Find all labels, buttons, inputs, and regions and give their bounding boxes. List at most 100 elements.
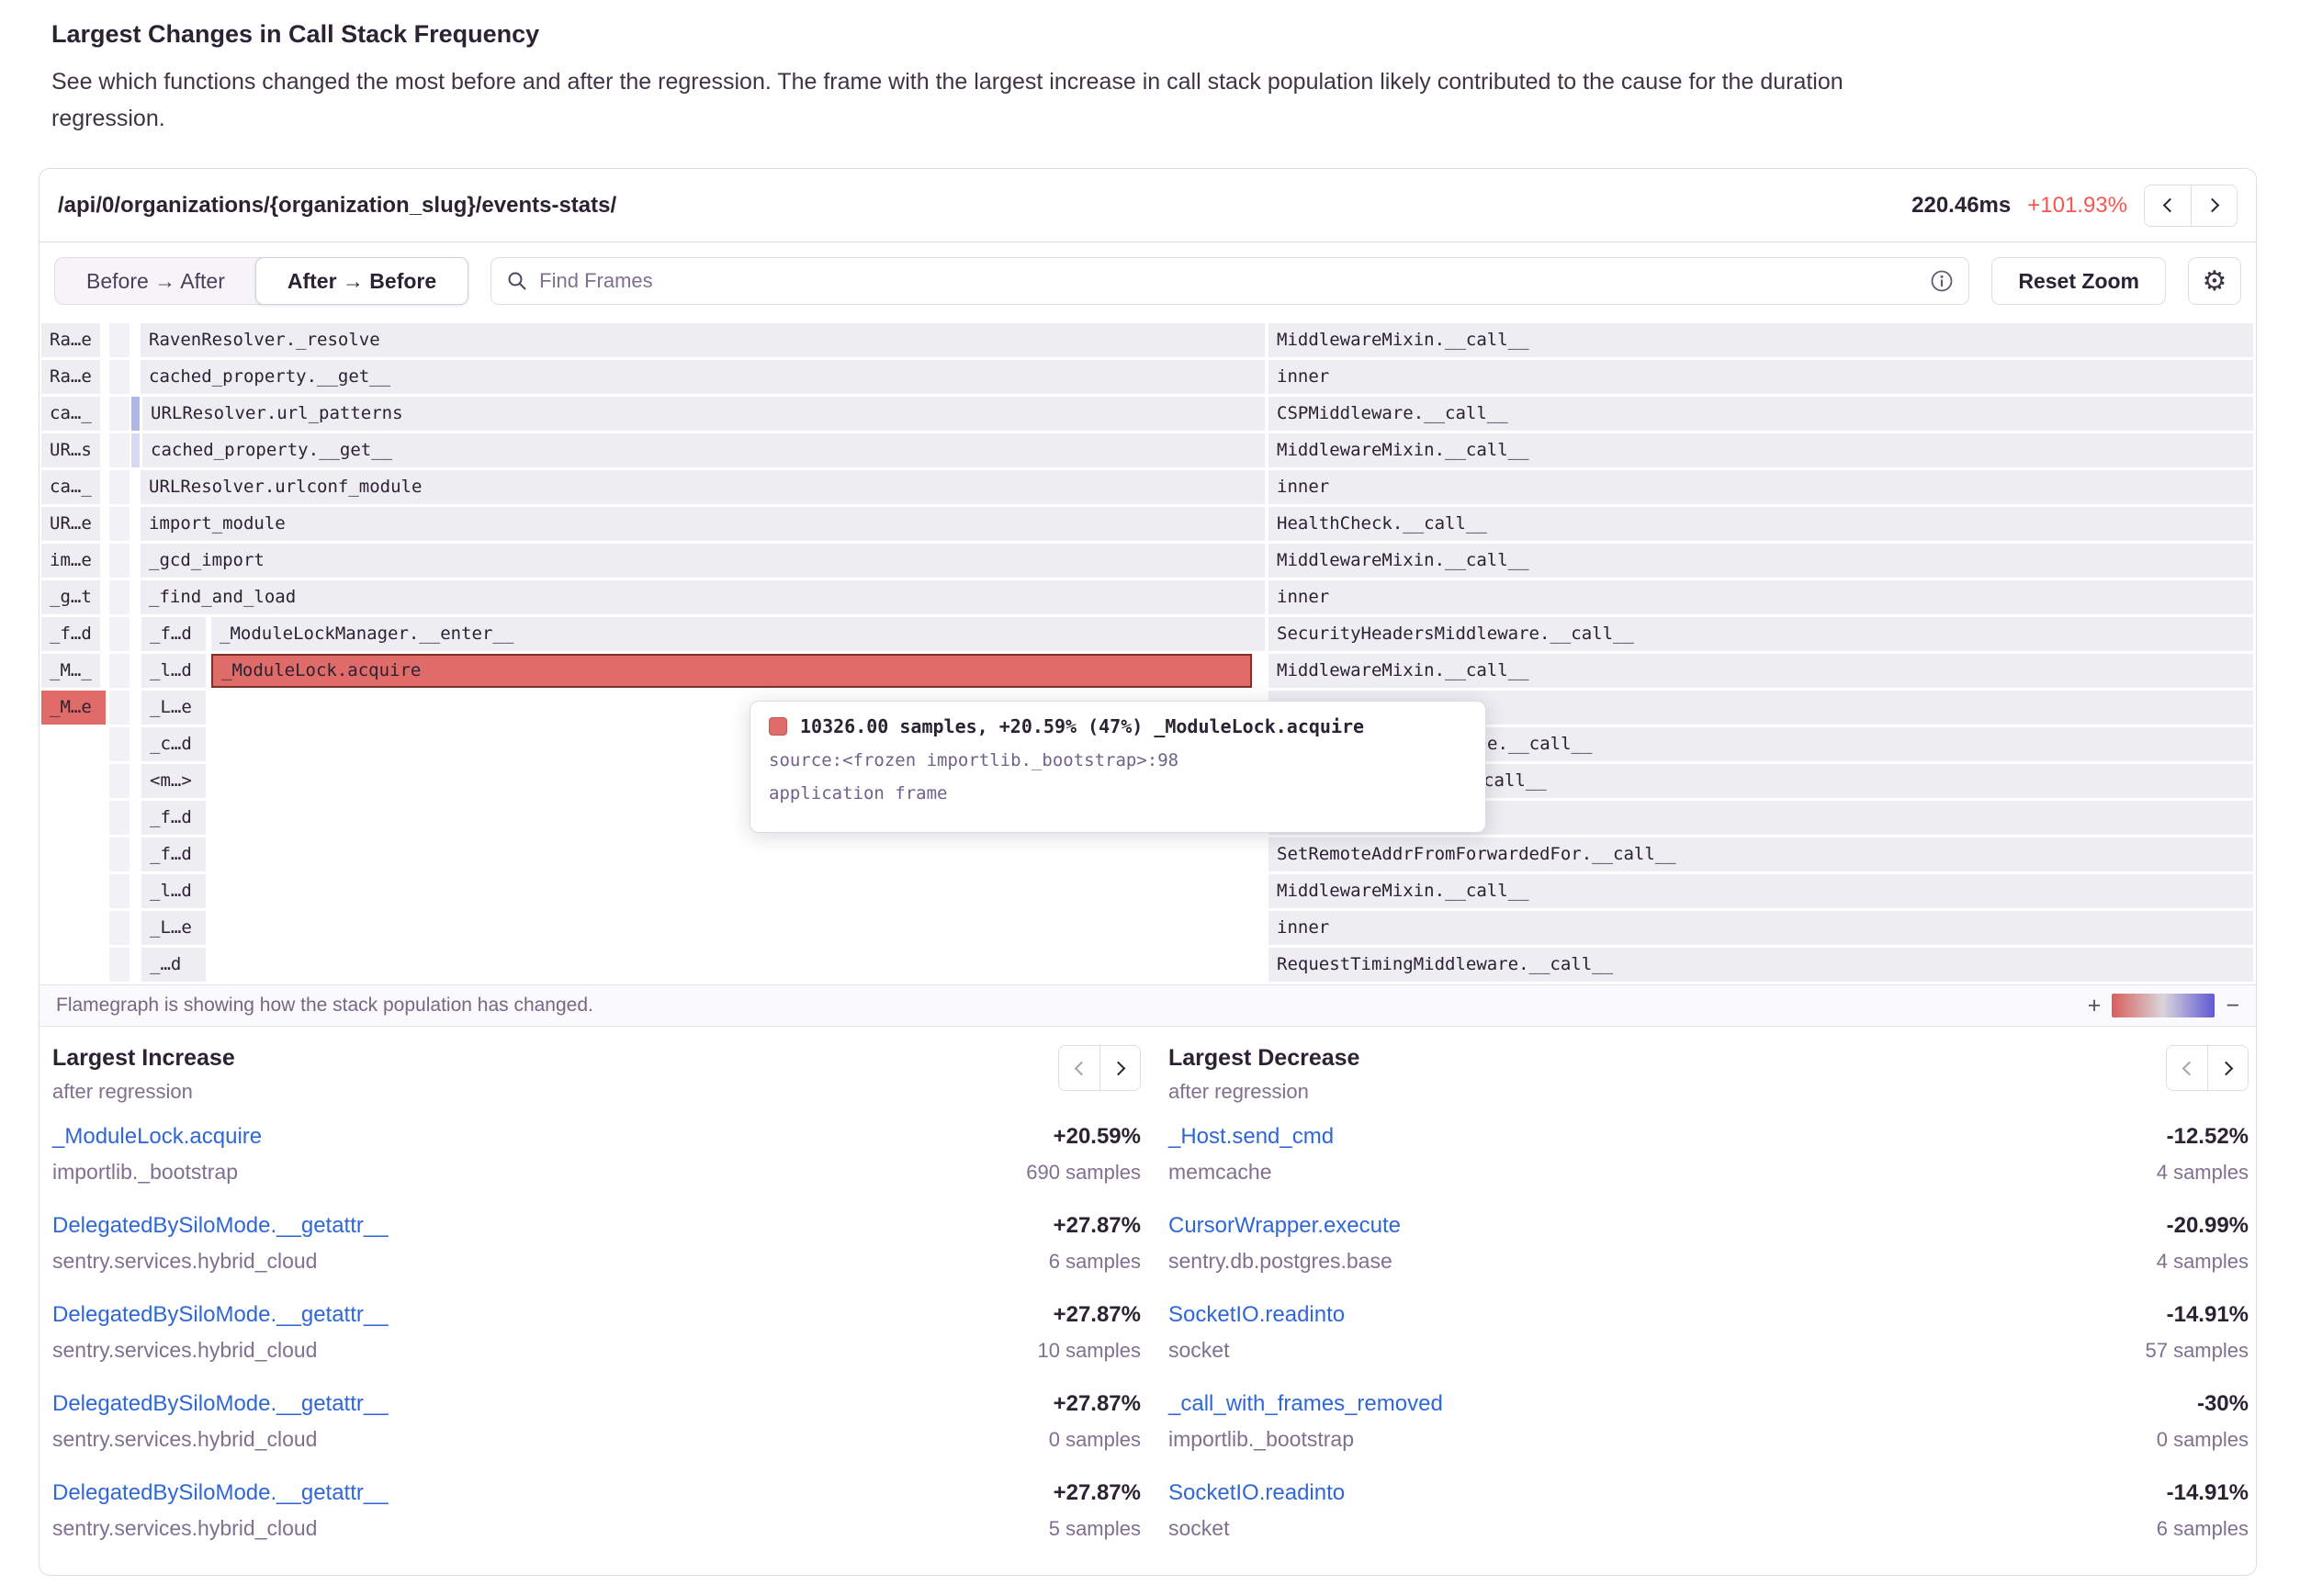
function-link[interactable]: DelegatedBySiloMode.__getattr__ — [52, 1302, 389, 1328]
flame-frame[interactable] — [109, 691, 130, 725]
flame-frame[interactable]: _f…d — [141, 837, 206, 871]
segment-before-after[interactable]: Before → After — [55, 258, 256, 304]
flame-frame[interactable]: im…e — [41, 544, 100, 578]
flame-frame[interactable]: _l…d — [141, 874, 206, 908]
flame-row: ca…_ URLResolver.url_patternsCSPMiddlewar… — [39, 397, 2256, 431]
flame-frame[interactable]: cached_property.__get__ — [142, 433, 1265, 467]
function-link[interactable]: SocketIO.readinto — [1168, 1302, 1345, 1328]
sample-count: 4 samples — [2157, 1250, 2249, 1274]
function-link[interactable]: DelegatedBySiloMode.__getattr__ — [52, 1480, 389, 1506]
reset-zoom-button[interactable]: Reset Zoom — [1991, 257, 2166, 305]
function-link[interactable]: DelegatedBySiloMode.__getattr__ — [52, 1213, 389, 1239]
function-link[interactable]: _Host.send_cmd — [1168, 1124, 1334, 1150]
change-percent: +27.87% — [1037, 1302, 1141, 1328]
flame-frame[interactable] — [109, 470, 130, 504]
flame-frame[interactable]: MiddlewareMixin.__call__ — [1268, 874, 2253, 908]
flamegraph[interactable]: 10326.00 samples, +20.59% (47%) _ModuleL… — [39, 323, 2256, 984]
flame-frame[interactable] — [109, 837, 130, 871]
search-input[interactable] — [539, 269, 1919, 293]
flame-frame[interactable]: cached_property.__get__ — [141, 360, 1265, 394]
flame-frame[interactable]: MiddlewareMixin.__call__ — [1268, 323, 2253, 357]
flame-frame[interactable] — [131, 397, 140, 431]
flame-frame[interactable]: ca…_ — [41, 397, 100, 431]
increase-next-button[interactable] — [1099, 1046, 1140, 1090]
flame-frame[interactable]: MiddlewareMixin.__call__ — [1268, 433, 2253, 467]
change-list-item: DelegatedBySiloMode.__getattr__sentry.se… — [52, 1213, 1141, 1302]
flame-frame[interactable]: inner — [1268, 911, 2253, 945]
decrease-next-button[interactable] — [2207, 1046, 2248, 1090]
flame-frame[interactable] — [109, 544, 130, 578]
settings-button[interactable]: ⚙ — [2188, 257, 2241, 305]
function-link[interactable]: SocketIO.readinto — [1168, 1480, 1345, 1506]
function-link[interactable]: CursorWrapper.execute — [1168, 1213, 1401, 1239]
gear-icon: ⚙ — [2203, 265, 2227, 298]
flame-frame[interactable]: MiddlewareMixin.__call__ — [1268, 654, 2253, 688]
flame-frame[interactable]: _L…e — [141, 691, 206, 725]
flame-frame[interactable]: _…d — [141, 948, 206, 982]
flame-frame[interactable] — [109, 360, 130, 394]
flame-frame[interactable]: _f…d — [141, 801, 206, 835]
flame-frame[interactable]: Ra…e — [41, 360, 100, 394]
next-endpoint-button[interactable] — [2191, 185, 2237, 226]
flame-frame[interactable]: HealthCheck.__call__ — [1268, 507, 2253, 541]
increase-previous-button[interactable] — [1059, 1046, 1099, 1090]
flame-frame[interactable]: _gcd_import — [141, 544, 1265, 578]
flame-frame[interactable] — [109, 874, 130, 908]
increase-list: _ModuleLock.acquireimportlib._bootstrap+… — [52, 1124, 1141, 1569]
flame-frame-selected[interactable]: _ModuleLock.acquire — [211, 654, 1252, 688]
flame-frame[interactable]: _M…_ — [41, 654, 100, 688]
find-frames-search[interactable] — [490, 257, 1969, 305]
flame-frame[interactable] — [109, 911, 130, 945]
flame-frame[interactable] — [109, 507, 130, 541]
change-list-item: _Host.send_cmdmemcache-12.52%4 samples — [1168, 1124, 2249, 1213]
flame-frame[interactable]: _g…t — [41, 580, 100, 614]
flame-frame[interactable]: ca…_ — [41, 470, 100, 504]
flame-frame[interactable]: MiddlewareMixin.__call__ — [1268, 544, 2253, 578]
flame-frame[interactable]: _f…d — [141, 617, 206, 651]
function-link[interactable]: DelegatedBySiloMode.__getattr__ — [52, 1391, 389, 1417]
flame-frame[interactable] — [109, 727, 130, 761]
flame-frame[interactable]: URLResolver.urlconf_module — [141, 470, 1265, 504]
flame-frame[interactable]: URLResolver.url_patterns — [142, 397, 1265, 431]
flame-frame[interactable]: _L…e — [141, 911, 206, 945]
flame-frame[interactable]: RequestTimingMiddleware.__call__ — [1268, 948, 2253, 982]
flame-frame[interactable]: UR…e — [41, 507, 100, 541]
flame-frame[interactable] — [109, 580, 130, 614]
flame-frame[interactable]: UR…s — [41, 433, 100, 467]
flame-frame[interactable] — [109, 397, 130, 431]
flame-frame[interactable] — [131, 433, 140, 467]
flame-frame[interactable]: RavenResolver._resolve — [141, 323, 1265, 357]
page-description-line1: See which functions changed the most bef… — [51, 63, 1843, 100]
function-link[interactable]: _ModuleLock.acquire — [52, 1124, 262, 1150]
flame-frame[interactable]: import_module — [141, 507, 1265, 541]
flame-frame[interactable]: _l…d — [141, 654, 206, 688]
flame-frame[interactable]: <m…> — [141, 764, 206, 798]
flame-frame[interactable] — [109, 617, 130, 651]
decrease-previous-button[interactable] — [2167, 1046, 2207, 1090]
flame-frame[interactable]: _c…d — [141, 727, 206, 761]
info-icon[interactable] — [1930, 269, 1954, 293]
flame-frame-selected[interactable]: _M…e — [41, 691, 106, 725]
flame-frame[interactable]: inner — [1268, 470, 2253, 504]
flame-frame[interactable] — [109, 948, 130, 982]
flame-frame[interactable] — [109, 433, 130, 467]
flame-frame[interactable]: CSPMiddleware.__call__ — [1268, 397, 2253, 431]
flame-frame[interactable] — [109, 323, 130, 357]
flame-frame[interactable] — [109, 801, 130, 835]
flame-frame[interactable]: SecurityHeadersMiddleware.__call__ — [1268, 617, 2253, 651]
flame-frame[interactable]: _ModuleLockManager.__enter__ — [211, 617, 1265, 651]
largest-increase-title: Largest Increase — [52, 1045, 235, 1072]
flame-frame[interactable]: SetRemoteAddrFromForwardedFor.__call__ — [1268, 837, 2253, 871]
previous-endpoint-button[interactable] — [2145, 185, 2191, 226]
flame-frame[interactable] — [109, 654, 130, 688]
segment-after-before[interactable]: After → Before — [255, 257, 468, 305]
flame-frame[interactable]: Ra…e — [41, 323, 100, 357]
function-link[interactable]: _call_with_frames_removed — [1168, 1391, 1443, 1417]
flame-frame[interactable]: _f…d — [41, 617, 100, 651]
flame-frame[interactable]: inner — [1268, 360, 2253, 394]
flame-frame[interactable]: inner — [1268, 580, 2253, 614]
flame-frame[interactable] — [109, 764, 130, 798]
function-package: sentry.db.postgres.base — [1168, 1249, 1401, 1274]
largest-increase-column: Largest Increase after regression _Modul… — [52, 1045, 1141, 1569]
flame-frame[interactable]: _find_and_load — [141, 580, 1265, 614]
